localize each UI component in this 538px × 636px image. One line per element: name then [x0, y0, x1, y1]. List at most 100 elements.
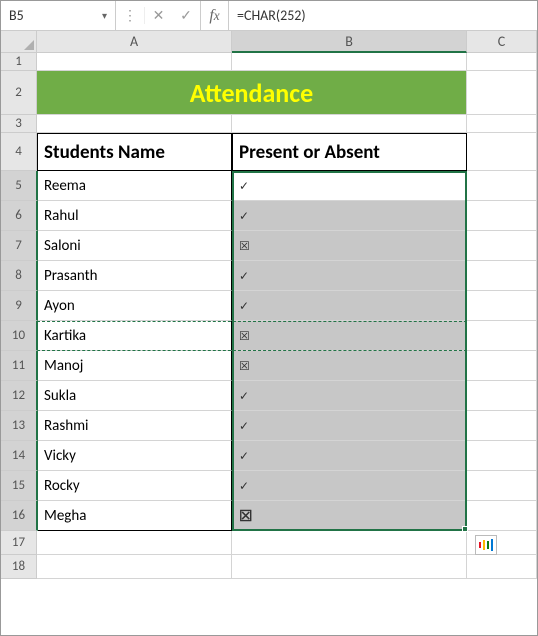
cell[interactable]: [232, 115, 467, 133]
attendance-mark-cell[interactable]: ✓: [232, 201, 467, 231]
cell[interactable]: [37, 115, 232, 133]
cell[interactable]: [232, 555, 467, 579]
dots-icon[interactable]: ⋮: [116, 7, 144, 24]
student-name-cell[interactable]: Rahul: [37, 201, 232, 231]
cell[interactable]: [467, 133, 537, 171]
attendance-mark-cell[interactable]: ✓: [232, 441, 467, 471]
student-name-cell[interactable]: Saloni: [37, 231, 232, 261]
row-header[interactable]: 7: [1, 231, 38, 261]
worksheet: A B C 1 2 3 4 5 6 7 8 9 10 11 12 13 14 1…: [1, 31, 537, 579]
check-icon: ✓: [239, 479, 249, 493]
attendance-mark-cell[interactable]: ✓: [232, 171, 467, 201]
cell[interactable]: [467, 351, 537, 381]
cell[interactable]: [467, 555, 537, 579]
column-header-row: A B C: [1, 31, 537, 53]
check-icon: ✓: [239, 449, 249, 463]
enter-icon[interactable]: ✓: [172, 7, 200, 24]
student-name-cell[interactable]: Rocky: [37, 471, 232, 501]
row-header[interactable]: 16: [1, 501, 38, 531]
name-box-value: B5: [9, 7, 24, 24]
student-name-cell[interactable]: Megha: [37, 501, 232, 531]
cancel-icon[interactable]: ✕: [144, 7, 172, 24]
cell[interactable]: [467, 381, 537, 411]
formula-buttons: ⋮ ✕ ✓: [116, 1, 201, 30]
name-box[interactable]: B5 ▾: [1, 1, 116, 30]
col-header-b[interactable]: B: [232, 31, 467, 53]
fx-icon[interactable]: fx: [201, 1, 229, 30]
cell[interactable]: [467, 53, 537, 71]
row-header[interactable]: 11: [1, 351, 38, 381]
row-header[interactable]: 9: [1, 291, 38, 321]
student-name-cell[interactable]: Vicky: [37, 441, 232, 471]
quick-analysis-icon[interactable]: [475, 535, 497, 555]
cell[interactable]: [467, 201, 537, 231]
row-headers: 1 2 3 4 5 6 7 8 9 10 11 12 13 14 15 16 1…: [1, 53, 37, 579]
cell[interactable]: [467, 291, 537, 321]
row-header[interactable]: 5: [1, 171, 38, 201]
table-header-b[interactable]: Present or Absent: [232, 133, 467, 171]
row-header[interactable]: 1: [1, 53, 37, 71]
cell[interactable]: [467, 231, 537, 261]
check-icon: ✓: [239, 299, 249, 313]
row-header[interactable]: 8: [1, 261, 38, 291]
row-header[interactable]: 4: [1, 133, 37, 171]
check-icon: ✓: [239, 419, 249, 433]
cell[interactable]: [467, 71, 537, 115]
cell[interactable]: [467, 261, 537, 291]
select-all-corner[interactable]: [1, 31, 37, 52]
row-header[interactable]: 18: [1, 555, 37, 579]
attendance-mark-cell[interactable]: ✓: [232, 261, 467, 291]
cell[interactable]: [467, 441, 537, 471]
student-name-cell[interactable]: Manoj: [37, 351, 232, 381]
cell[interactable]: [232, 531, 467, 555]
attendance-mark-cell[interactable]: ☒: [232, 501, 467, 531]
check-icon: ✓: [239, 269, 249, 283]
attendance-mark-cell[interactable]: ☒: [232, 231, 467, 261]
table-header-a[interactable]: Students Name: [37, 133, 232, 171]
attendance-mark-cell[interactable]: ✓: [232, 411, 467, 441]
attendance-mark-cell[interactable]: ✓: [232, 291, 467, 321]
cell[interactable]: [467, 471, 537, 501]
student-name-cell[interactable]: Reema: [37, 171, 232, 201]
row-header[interactable]: 3: [1, 115, 37, 133]
title-cell[interactable]: Attendance: [37, 71, 467, 115]
cell[interactable]: [232, 53, 467, 71]
row-header[interactable]: 14: [1, 441, 38, 471]
formula-input[interactable]: =CHAR(252): [229, 1, 537, 30]
cross-icon: ☒: [239, 239, 250, 253]
cell[interactable]: [467, 321, 537, 351]
cells-area: Attendance Students Name Present or Abse…: [37, 53, 537, 579]
attendance-mark-cell[interactable]: ✓: [232, 381, 467, 411]
student-name-cell[interactable]: Sukla: [37, 381, 232, 411]
student-name-cell[interactable]: Rashmi: [37, 411, 232, 441]
student-name-cell[interactable]: Ayon: [37, 291, 232, 321]
row-header[interactable]: 12: [1, 381, 38, 411]
row-header[interactable]: 2: [1, 71, 37, 115]
cell[interactable]: [37, 531, 232, 555]
check-icon: ✓: [239, 389, 249, 403]
check-icon: ✓: [239, 209, 249, 223]
col-header-c[interactable]: C: [467, 31, 537, 52]
cell[interactable]: [467, 501, 537, 531]
cell[interactable]: [37, 53, 232, 71]
row-header[interactable]: 15: [1, 471, 38, 501]
row-header[interactable]: 6: [1, 201, 38, 231]
row-header[interactable]: 17: [1, 531, 37, 555]
student-name-cell[interactable]: Kartika: [37, 321, 232, 351]
row-header[interactable]: 13: [1, 411, 38, 441]
student-name-cell[interactable]: Prasanth: [37, 261, 232, 291]
cell[interactable]: [467, 115, 537, 133]
row-header[interactable]: 10: [1, 321, 38, 351]
cell[interactable]: [467, 171, 537, 201]
cell[interactable]: [467, 411, 537, 441]
cross-icon: ☒: [239, 507, 252, 525]
select-all-triangle-icon: [24, 40, 34, 50]
cell[interactable]: [37, 555, 232, 579]
attendance-mark-cell[interactable]: ☒: [232, 321, 467, 351]
cross-icon: ☒: [239, 329, 250, 343]
chevron-down-icon[interactable]: ▾: [102, 9, 107, 22]
attendance-mark-cell[interactable]: ☒: [232, 351, 467, 381]
attendance-mark-cell[interactable]: ✓: [232, 471, 467, 501]
check-icon: ✓: [239, 179, 249, 193]
col-header-a[interactable]: A: [37, 31, 232, 52]
